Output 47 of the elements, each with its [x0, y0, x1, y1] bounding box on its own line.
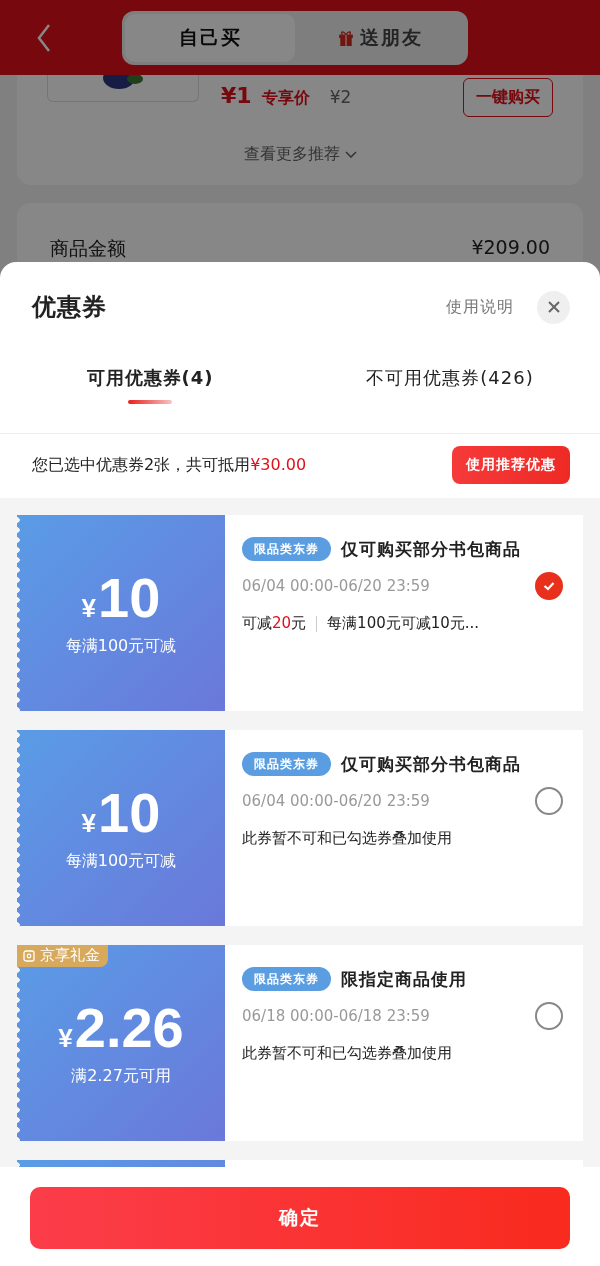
- validity-period: 06/04 00:00-06/20 23:59: [242, 577, 430, 595]
- validity-period: 06/04 00:00-06/20 23:59: [242, 792, 430, 810]
- mode-tab[interactable]: 送朋友: [295, 13, 465, 62]
- currency-sign: ¥: [81, 592, 97, 623]
- coupon-condition: 每满100元可减: [65, 850, 177, 872]
- sheet-title: 优惠券: [32, 292, 108, 323]
- coupon-condition: 满2.27元可用: [71, 1065, 171, 1087]
- confirm-button[interactable]: 确定: [30, 1187, 570, 1249]
- tab-underline: [128, 400, 172, 404]
- close-button[interactable]: [537, 290, 570, 324]
- price-label: 专享价: [261, 88, 310, 109]
- validity-period: 06/18 00:00-06/18 23:59: [242, 1007, 430, 1025]
- coupon-amount: 2.26: [74, 995, 184, 1059]
- select-radio[interactable]: [535, 1002, 563, 1030]
- coupon-amount: 10: [98, 780, 161, 844]
- help-link[interactable]: 使用说明: [446, 296, 514, 318]
- original-price: ¥2: [329, 87, 352, 107]
- coupon-title: 限品类东券 仅可购买部分书包商品: [242, 533, 523, 565]
- close-icon: [546, 300, 561, 314]
- coupon-title: 限品类东券 限指定商品使用: [242, 963, 523, 995]
- coupon-title: 限品类东券 仅可购买部分书包商品: [242, 748, 523, 780]
- coupon-tab[interactable]: 可用优惠券(4): [86, 366, 214, 390]
- check-icon: [542, 579, 556, 593]
- currency-sign: ¥: [58, 1022, 73, 1053]
- currency-sign: ¥: [81, 807, 97, 838]
- coupon-condition: 每满100元可减: [65, 635, 177, 657]
- coupon-rule: 每满100元可减10元...: [327, 614, 480, 633]
- price: ¥1: [221, 83, 252, 108]
- coupon-amount: 10: [98, 565, 161, 629]
- select-radio[interactable]: [535, 572, 563, 600]
- wallet-icon: [23, 949, 35, 962]
- coupon-tab[interactable]: 不可用优惠券(426): [366, 366, 534, 390]
- saving-text: 可减20元: [242, 614, 307, 633]
- chevron-down-icon: [344, 151, 357, 158]
- summary-value: ¥209.00: [471, 236, 550, 258]
- more-link[interactable]: 查看更多推荐: [243, 144, 340, 165]
- selection-summary: 您已选中优惠券2张，共可抵用¥30.00: [32, 454, 307, 476]
- select-radio[interactable]: [535, 787, 563, 815]
- coupon-notice: 此券暂不可和已勾选券叠加使用: [242, 1044, 452, 1063]
- back-icon[interactable]: [36, 22, 52, 53]
- gift-icon: [337, 29, 354, 46]
- buy-button[interactable]: 一键购买: [463, 78, 553, 117]
- mode-tab[interactable]: 自己买: [125, 13, 295, 62]
- coupon-notice: 此券暂不可和已勾选券叠加使用: [242, 829, 452, 848]
- badge-text: 京享礼金: [40, 946, 100, 965]
- recommend-button[interactable]: 使用推荐优惠: [452, 446, 570, 484]
- summary-label: 商品金额: [50, 236, 126, 261]
